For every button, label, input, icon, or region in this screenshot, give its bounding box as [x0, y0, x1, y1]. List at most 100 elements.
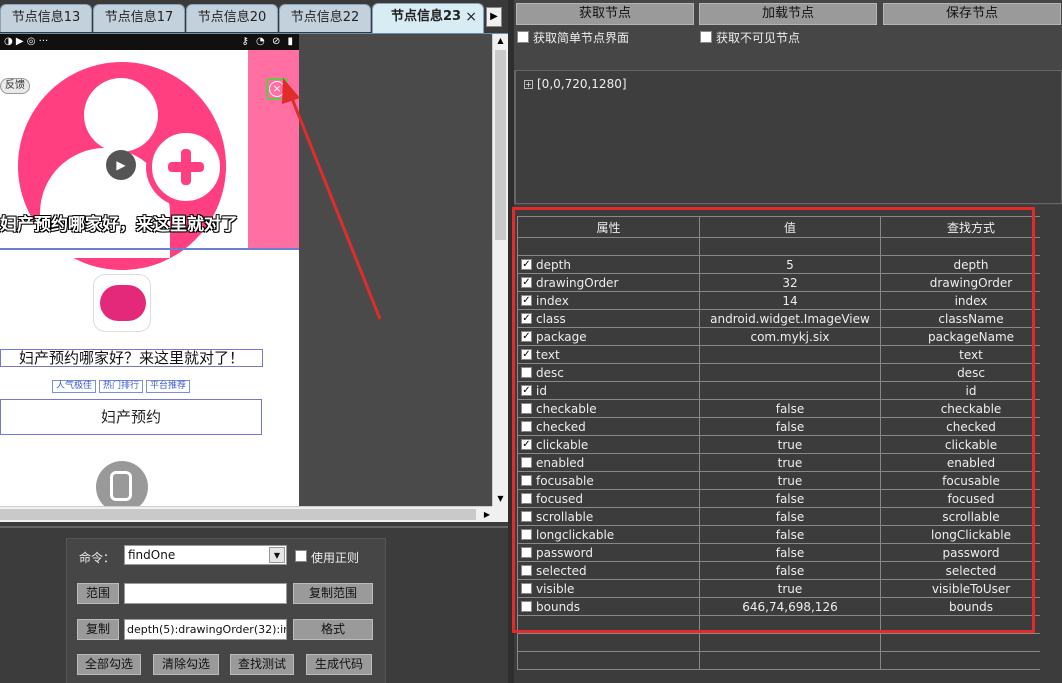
method-cell[interactable]: text [880, 345, 1062, 364]
method-cell[interactable]: index [880, 291, 1062, 310]
method-cell[interactable]: id [880, 381, 1062, 400]
table-row[interactable]: scrollable false scrollable [517, 507, 1062, 526]
method-cell[interactable]: longClickable [880, 525, 1062, 544]
copy-range-button[interactable]: 复制范围 [293, 583, 373, 604]
attribute-checkbox[interactable] [521, 582, 532, 594]
attribute-checkbox[interactable] [521, 402, 532, 414]
method-cell[interactable]: className [880, 309, 1062, 328]
value-cell[interactable] [699, 345, 881, 364]
tab-node-info-20[interactable]: 节点信息20 [186, 4, 278, 32]
value-cell[interactable]: false [699, 543, 881, 562]
tree-node-root[interactable]: + [0,0,720,1280] [524, 77, 627, 91]
method-cell[interactable]: packageName [880, 327, 1062, 346]
attribute-checkbox[interactable]: ✓ [521, 348, 532, 360]
tab-node-info-13[interactable]: 节点信息13 [0, 4, 92, 32]
expand-icon[interactable]: + [524, 80, 533, 89]
tab-node-info-17[interactable]: 节点信息17 [93, 4, 185, 32]
scroll-thumb[interactable] [495, 50, 506, 240]
table-row[interactable]: ✓ index 14 index [517, 291, 1062, 310]
table-row[interactable]: enabled true enabled [517, 453, 1062, 472]
tab-node-info-22[interactable]: 节点信息22 [279, 4, 371, 32]
table-row[interactable]: bounds 646,74,698,126 bounds [517, 597, 1062, 616]
format-button[interactable]: 格式 [293, 619, 373, 640]
method-cell[interactable]: enabled [880, 453, 1062, 472]
value-cell[interactable]: 32 [699, 273, 881, 292]
table-row[interactable]: ✓ drawingOrder 32 drawingOrder [517, 273, 1062, 292]
attribute-checkbox[interactable] [521, 366, 532, 378]
close-tab-icon[interactable]: × [465, 4, 477, 30]
attribute-checkbox[interactable]: ✓ [521, 384, 532, 396]
value-cell[interactable] [699, 363, 881, 382]
node-tree[interactable]: + [0,0,720,1280] [514, 70, 1062, 204]
table-row[interactable]: checkable false checkable [517, 399, 1062, 418]
scroll-right-icon[interactable]: ▶ [484, 507, 490, 523]
attribute-checkbox[interactable] [521, 546, 532, 558]
attribute-checkbox[interactable] [521, 528, 532, 540]
attribute-checkbox[interactable] [521, 564, 532, 576]
table-row[interactable]: ✓ class android.widget.ImageView className [517, 309, 1062, 328]
value-cell[interactable]: 646,74,698,126 [699, 597, 881, 616]
value-cell[interactable] [699, 381, 881, 400]
simple-ui-checkbox[interactable] [517, 31, 529, 43]
table-row[interactable]: ✓ text text [517, 345, 1062, 364]
table-row[interactable]: selected false selected [517, 561, 1062, 580]
method-cell[interactable]: focused [880, 489, 1062, 508]
command-select[interactable]: findOne ▼ [124, 545, 287, 565]
table-row[interactable]: visible true visibleToUser [517, 579, 1062, 598]
range-button[interactable]: 范围 [77, 583, 119, 604]
scroll-thumb[interactable] [0, 509, 476, 520]
scroll-up-icon[interactable]: ▲ [493, 34, 508, 48]
attribute-checkbox[interactable] [521, 456, 532, 468]
table-row[interactable]: password false password [517, 543, 1062, 562]
get-nodes-button[interactable]: 获取节点 [516, 3, 694, 25]
test-find-button[interactable]: 查找测试 [230, 654, 294, 675]
attribute-checkbox[interactable] [521, 420, 532, 432]
attribute-checkbox[interactable]: ✓ [521, 276, 532, 288]
invisible-nodes-checkbox[interactable] [700, 31, 712, 43]
attribute-checkbox[interactable] [521, 492, 532, 504]
value-cell[interactable]: true [699, 453, 881, 472]
attribute-checkbox[interactable]: ✓ [521, 294, 532, 306]
tab-scroll-right-icon[interactable]: ▶ [486, 7, 502, 27]
range-input[interactable] [124, 583, 287, 604]
value-cell[interactable]: false [699, 399, 881, 418]
chevron-down-icon[interactable]: ▼ [269, 547, 285, 563]
method-cell[interactable]: scrollable [880, 507, 1062, 526]
copy-button[interactable]: 复制 [77, 619, 119, 640]
table-row[interactable]: focusable true focusable [517, 471, 1062, 490]
clear-selection-button[interactable]: 清除勾选 [153, 654, 219, 675]
generate-code-button[interactable]: 生成代码 [306, 654, 372, 675]
method-cell[interactable]: checked [880, 417, 1062, 436]
method-cell[interactable]: password [880, 543, 1062, 562]
select-all-button[interactable]: 全部勾选 [77, 654, 141, 675]
value-cell[interactable]: false [699, 525, 881, 544]
method-cell[interactable]: visibleToUser [880, 579, 1062, 598]
value-cell[interactable]: false [699, 417, 881, 436]
method-cell[interactable]: focusable [880, 471, 1062, 490]
method-cell[interactable]: checkable [880, 399, 1062, 418]
value-cell[interactable]: false [699, 489, 881, 508]
table-row[interactable]: ✓ depth 5 depth [517, 255, 1062, 274]
method-cell[interactable]: depth [880, 255, 1062, 274]
attribute-checkbox[interactable]: ✓ [521, 312, 532, 324]
table-row[interactable]: ✓ clickable true clickable [517, 435, 1062, 454]
method-cell[interactable]: clickable [880, 435, 1062, 454]
preview-vertical-scrollbar[interactable]: ▲ ▼ [492, 34, 508, 506]
value-cell[interactable]: android.widget.ImageView [699, 309, 881, 328]
value-cell[interactable]: true [699, 435, 881, 454]
save-nodes-button[interactable]: 保存节点 [883, 3, 1061, 25]
attribute-checkbox[interactable]: ✓ [521, 258, 532, 270]
load-nodes-button[interactable]: 加载节点 [699, 3, 877, 25]
value-cell[interactable]: com.mykj.six [699, 327, 881, 346]
value-cell[interactable]: 5 [699, 255, 881, 274]
table-row[interactable]: focused false focused [517, 489, 1062, 508]
value-cell[interactable]: false [699, 561, 881, 580]
method-cell[interactable]: selected [880, 561, 1062, 580]
method-cell[interactable]: drawingOrder [880, 273, 1062, 292]
selector-input[interactable]: depth(5):drawingOrder(32):inde [124, 619, 287, 640]
table-row[interactable]: ✓ id id [517, 381, 1062, 400]
preview-horizontal-scrollbar[interactable]: ▶ [0, 506, 492, 522]
attribute-checkbox[interactable]: ✓ [521, 438, 532, 450]
method-cell[interactable]: desc [880, 363, 1062, 382]
method-cell[interactable]: bounds [880, 597, 1062, 616]
